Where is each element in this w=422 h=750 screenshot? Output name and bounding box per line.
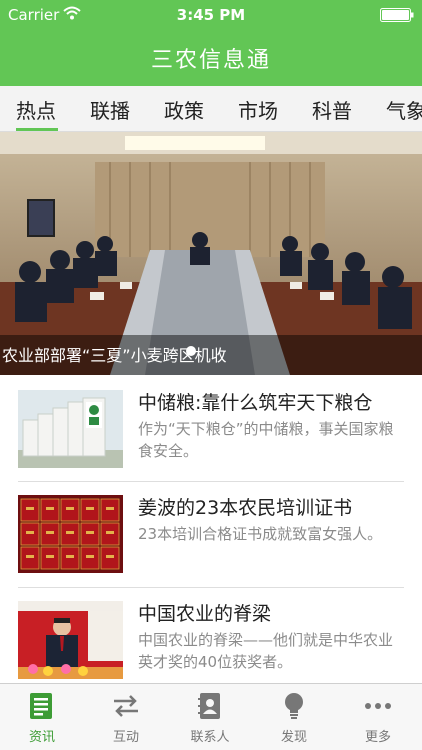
tab-bar-label: 更多 [364,730,391,745]
tab-bar-news[interactable]: 资讯 [0,684,84,750]
divider [18,587,404,588]
news-title: 中国农业的脊梁 [138,603,272,625]
tab-bar-discover[interactable]: 发现 [252,684,336,750]
battery-icon [380,8,414,22]
news-summary: 23本培训合格证书成就致富女强人。 [138,525,383,543]
tab-bar-label: 联系人 [190,730,230,745]
news-item[interactable]: 中储粮:靠什么筑牢天下粮仓 作为“天下粮仓”的中储粮，事关国家粮食安全。 [0,380,422,484]
tab-broadcast[interactable]: 联播 [90,95,130,124]
tab-bar-label: 资讯 [28,730,55,745]
divider [18,481,404,482]
tab-bar-contacts[interactable]: 联系人 [168,684,252,750]
news-thumbnail [18,495,123,573]
news-icon [30,693,52,719]
news-item[interactable]: 中国农业的脊梁 中国农业的脊梁——他们就是中华农业英才奖的40位获奖者。 [0,591,422,695]
tab-market[interactable]: 市场 [238,95,278,124]
nav-bar: 三农信息通 [0,30,422,86]
news-summary: 中国农业的脊梁——他们就是中华农业英才奖的40位获奖者。 [138,631,394,671]
exchange-icon [114,695,138,717]
bottom-tab-bar: 资讯 互动 联系人 发现 更多 [0,683,422,750]
category-tabs: 热点 联播 政策 市场 科普 气象 [0,86,422,132]
news-thumbnail [18,390,123,468]
tab-hot[interactable]: 热点 [16,95,56,124]
page-indicator-dot [186,346,196,356]
news-item[interactable]: 姜波的23本农民培训证书 23本培训合格证书成就致富女强人。 [0,485,422,589]
more-icon [365,703,391,709]
news-thumbnail [18,601,123,679]
contacts-icon [198,693,220,719]
status-time: 3:45 PM [176,6,246,24]
news-summary: 作为“天下粮仓”的中储粮，事关国家粮食安全。 [138,420,394,460]
news-title: 中储粮:靠什么筑牢天下粮仓 [138,392,373,414]
tab-bar-interact[interactable]: 互动 [84,684,168,750]
status-bar: Carrier 3:45 PM [0,0,422,30]
tab-science[interactable]: 科普 [312,95,352,124]
featured-banner[interactable]: 农业部部署“三夏”小麦跨区机收 [0,132,422,375]
tab-weather[interactable]: 气象 [386,95,422,124]
tab-policy[interactable]: 政策 [164,95,204,124]
news-title: 姜波的23本农民培训证书 [138,497,353,519]
tab-active-indicator [16,128,58,131]
tab-bar-label: 发现 [280,730,307,745]
tab-bar-label: 互动 [112,730,139,745]
tab-bar-more[interactable]: 更多 [336,684,420,750]
lightbulb-icon [285,693,303,719]
page-title: 三农信息通 [150,48,271,73]
